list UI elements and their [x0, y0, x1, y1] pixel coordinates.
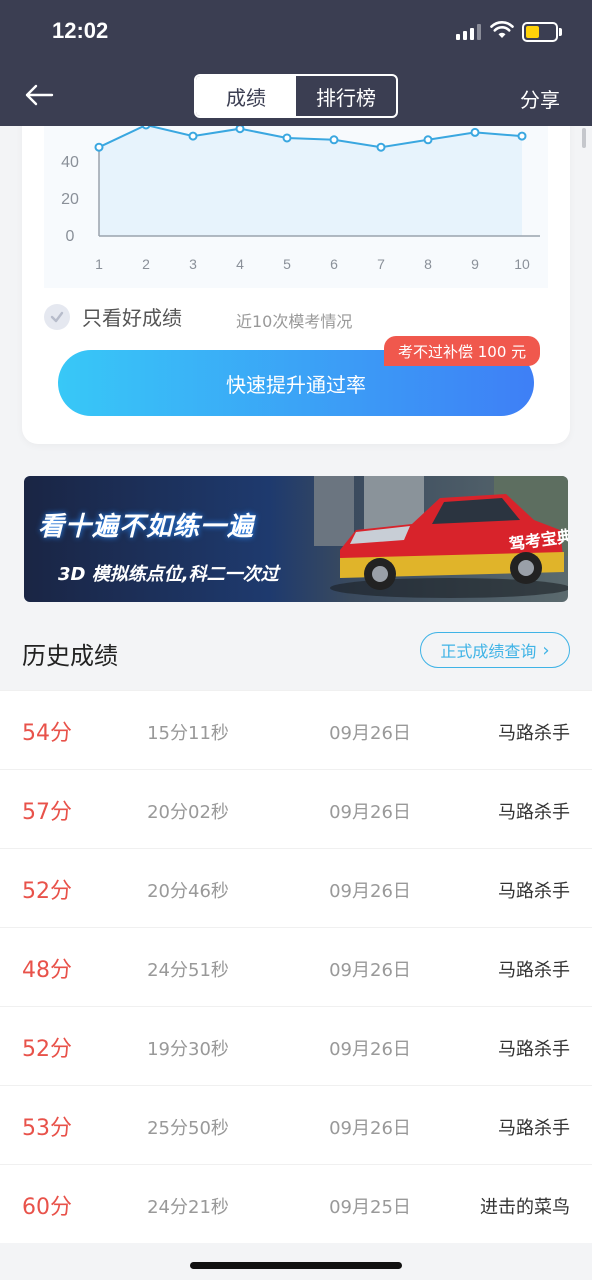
row-score: 52分	[22, 879, 72, 904]
chart-x-tick-label: 4	[236, 256, 244, 272]
good-only-label: 只看好成绩	[82, 306, 182, 330]
banner-subtitle: 3D 模拟练点位,科二一次过	[58, 564, 279, 585]
chart-x-tick-label: 8	[424, 256, 432, 272]
score-ranking-tabs: 成绩 排行榜	[194, 74, 398, 118]
recent-exams-caption: 近10次模考情况	[236, 312, 353, 331]
banner-title: 看十遍不如练一遍	[38, 512, 255, 542]
car-illustration: 驾考宝典	[330, 494, 568, 598]
history-row[interactable]: 52分 19分30秒 09月26日 马路杀手	[0, 1006, 592, 1085]
history-row[interactable]: 53分 25分50秒 09月26日 马路杀手	[0, 1085, 592, 1164]
row-title: 马路杀手	[498, 960, 570, 981]
chart-point	[470, 127, 480, 137]
chart-x-tick-label: 5	[283, 256, 291, 272]
score-line-chart: 1 2 3 4 5 6 7 8 9 10 0 20 40	[44, 100, 548, 288]
chart-point	[94, 142, 104, 152]
row-duration: 20分46秒	[147, 881, 229, 902]
history-row[interactable]: 52分 20分46秒 09月26日 马路杀手	[0, 848, 592, 927]
chart-x-tick-label: 9	[471, 256, 479, 272]
row-score: 52分	[22, 1037, 72, 1062]
row-date: 09月26日	[329, 723, 411, 744]
row-duration: 19分30秒	[147, 1039, 229, 1060]
promo-banner[interactable]: 看十遍不如练一遍 3D 模拟练点位,科二一次过 驾考宝典	[24, 476, 568, 602]
chart-area-fill	[99, 125, 522, 236]
app-header: 12:02 成绩 排行榜 分享	[0, 0, 592, 126]
row-duration: 24分21秒	[147, 1197, 229, 1218]
row-score: 57分	[22, 800, 72, 825]
share-button[interactable]: 分享	[520, 84, 560, 113]
row-duration: 15分11秒	[147, 723, 229, 744]
row-score: 48分	[22, 958, 72, 983]
history-title: 历史成绩	[22, 642, 118, 670]
row-duration: 24分51秒	[147, 960, 229, 981]
history-list: 54分 15分11秒 09月26日 马路杀手 57分 20分02秒 09月26日…	[0, 690, 592, 1243]
row-date: 09月26日	[329, 960, 411, 981]
home-indicator[interactable]	[190, 1262, 402, 1269]
row-date: 09月25日	[329, 1197, 411, 1218]
battery-icon	[522, 22, 558, 42]
row-date: 09月26日	[329, 1118, 411, 1139]
row-score: 60分	[22, 1195, 72, 1220]
chart-x-tick-label: 6	[330, 256, 338, 272]
status-time: 12:02	[52, 18, 109, 43]
cellular-signal-icon	[456, 24, 482, 40]
chart-x-tick-label: 1	[95, 256, 103, 272]
chart-y-tick-label: 20	[61, 191, 79, 208]
chart-point	[329, 135, 339, 145]
compensation-badge: 考不过补偿 100 元	[384, 336, 541, 366]
row-duration: 20分02秒	[147, 802, 229, 823]
row-title: 进击的菜鸟	[480, 1197, 570, 1218]
battery-cap	[559, 28, 562, 36]
chart-point	[188, 131, 198, 141]
history-row[interactable]: 60分 24分21秒 09月25日 进击的菜鸟	[0, 1164, 592, 1243]
back-arrow-icon[interactable]	[22, 80, 56, 110]
row-title: 马路杀手	[498, 1118, 570, 1139]
wifi-icon	[490, 21, 514, 38]
history-row[interactable]: 54分 15分11秒 09月26日 马路杀手	[0, 690, 592, 769]
checkbox-icon[interactable]	[44, 303, 70, 330]
row-title: 马路杀手	[498, 802, 570, 823]
chart-point	[235, 124, 245, 134]
chart-point	[423, 135, 433, 145]
history-row[interactable]: 48分 24分51秒 09月26日 马路杀手	[0, 927, 592, 1006]
row-title: 马路杀手	[498, 1039, 570, 1060]
tab-score[interactable]: 成绩	[196, 76, 296, 116]
row-title: 马路杀手	[498, 881, 570, 902]
row-title: 马路杀手	[498, 723, 570, 744]
chart-point	[282, 133, 292, 143]
chart-point	[376, 142, 386, 152]
chevron-right-icon: ›	[542, 639, 550, 661]
chart-x-tick-label: 2	[142, 256, 150, 272]
chart-x-tick-label: 7	[377, 256, 385, 272]
score-chart-card: 1 2 3 4 5 6 7 8 9 10 0 20 40 只看好成绩 近10次模考情况 快速提升通过率 …	[22, 100, 570, 444]
official-score-query-label: 正式成绩查询	[440, 642, 537, 661]
chart-x-tick-label: 10	[514, 256, 530, 272]
row-score: 54分	[22, 721, 72, 746]
chart-x-tick-label: 3	[189, 256, 197, 272]
history-row[interactable]: 57分 20分02秒 09月26日 马路杀手	[0, 769, 592, 848]
good-only-toggle[interactable]: 只看好成绩	[44, 302, 182, 331]
chart-y-tick-label: 40	[61, 154, 79, 171]
row-date: 09月26日	[329, 881, 411, 902]
scrollbar[interactable]	[582, 128, 586, 148]
row-date: 09月26日	[329, 1039, 411, 1060]
row-duration: 25分50秒	[147, 1118, 229, 1139]
chart-point	[517, 131, 527, 141]
row-date: 09月26日	[329, 802, 411, 823]
chart-y-tick-label: 0	[66, 228, 75, 245]
row-score: 53分	[22, 1116, 72, 1141]
official-score-query-button[interactable]: 正式成绩查询 ›	[420, 632, 570, 668]
tab-ranking[interactable]: 排行榜	[296, 76, 396, 116]
